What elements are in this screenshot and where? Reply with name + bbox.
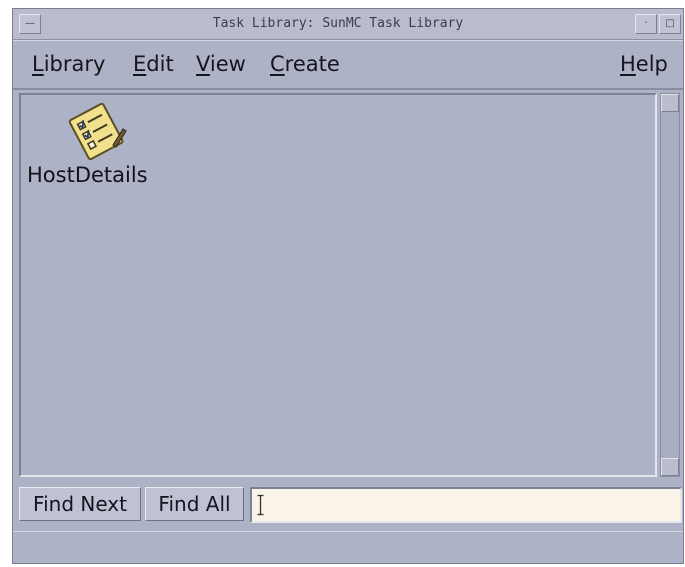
menu-view[interactable]: View bbox=[196, 52, 246, 76]
menu-create[interactable]: Create bbox=[270, 52, 340, 76]
text-cursor-icon bbox=[257, 494, 264, 516]
menu-view-mnemonic: V bbox=[196, 52, 210, 76]
title-bar: — Task Library: SunMC Task Library · □ bbox=[13, 9, 683, 40]
task-item-hostdetails[interactable]: HostDetails bbox=[27, 101, 167, 187]
minimize-icon: · bbox=[644, 18, 648, 29]
task-item-label: HostDetails bbox=[27, 163, 148, 187]
menu-help-label: elp bbox=[635, 52, 668, 76]
menu-library-label: ibrary bbox=[43, 52, 106, 76]
minimize-button[interactable]: · bbox=[635, 14, 657, 34]
menu-edit[interactable]: Edit bbox=[133, 52, 174, 76]
menu-library-mnemonic: L bbox=[32, 52, 44, 76]
maximize-button[interactable]: □ bbox=[659, 14, 681, 34]
find-all-button[interactable]: Find All bbox=[145, 487, 244, 521]
menu-bar: Library Edit View Create Help bbox=[13, 40, 683, 90]
vertical-scrollbar[interactable] bbox=[660, 93, 680, 477]
find-bar: Find Next Find All bbox=[13, 481, 683, 529]
find-input[interactable] bbox=[250, 487, 682, 523]
find-next-button[interactable]: Find Next bbox=[19, 487, 141, 521]
menu-create-label: reate bbox=[284, 52, 340, 76]
menu-help-mnemonic: H bbox=[620, 52, 636, 76]
window-menu-icon: — bbox=[25, 18, 35, 29]
menu-edit-label: dit bbox=[146, 52, 174, 76]
status-bar bbox=[13, 531, 683, 564]
menu-library[interactable]: Library bbox=[32, 52, 105, 76]
scroll-up-button[interactable] bbox=[661, 94, 679, 112]
task-library-window: — Task Library: SunMC Task Library · □ L… bbox=[12, 8, 684, 564]
menu-view-label: iew bbox=[209, 52, 246, 76]
window-menu-button[interactable]: — bbox=[19, 14, 41, 34]
menu-edit-mnemonic: E bbox=[133, 52, 147, 76]
window-title: Task Library: SunMC Task Library bbox=[212, 16, 464, 31]
scroll-down-button[interactable] bbox=[661, 458, 679, 476]
menu-create-mnemonic: C bbox=[270, 52, 285, 76]
task-checklist-icon bbox=[68, 102, 127, 161]
maximize-icon: □ bbox=[665, 18, 675, 29]
menu-help[interactable]: Help bbox=[620, 52, 668, 76]
